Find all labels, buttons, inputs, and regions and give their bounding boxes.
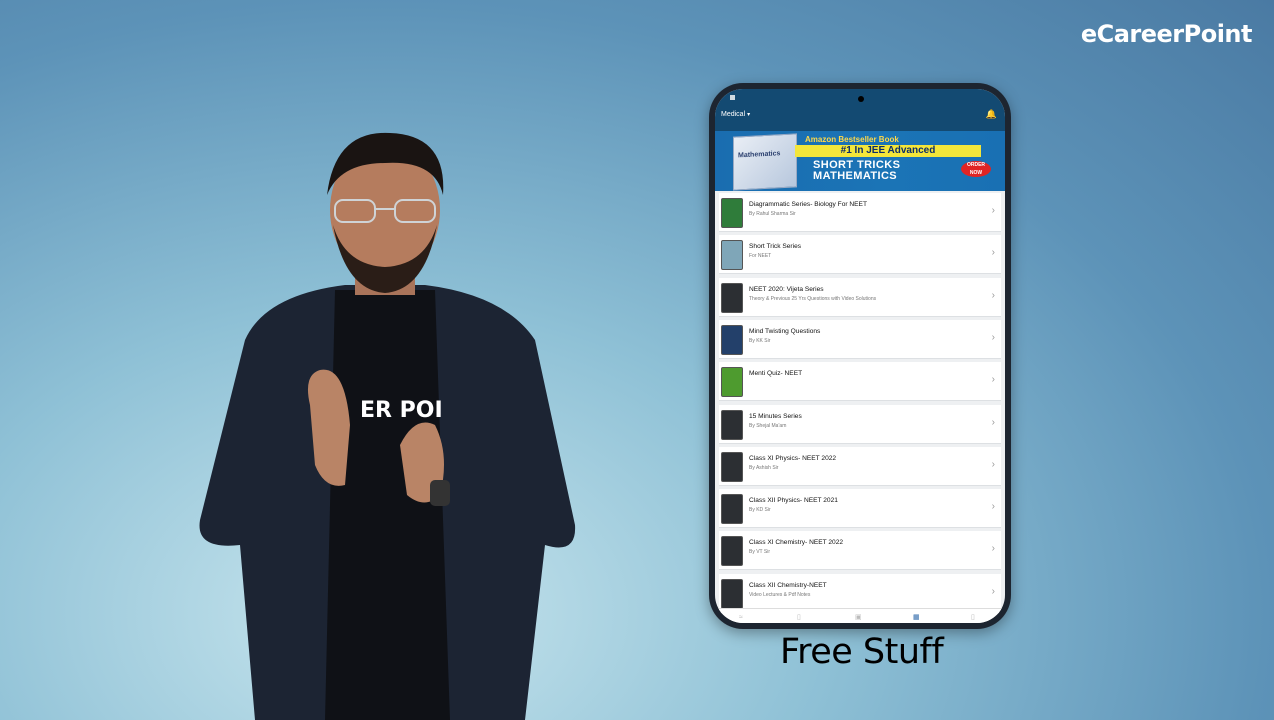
course-thumbnail — [721, 282, 743, 313]
list-item[interactable]: Mind Twisting Questions By KK Sir › — [719, 319, 1001, 359]
course-thumbnail — [721, 198, 743, 228]
list-item[interactable]: Class XI Physics- NEET 2022 By Ashish Sir… — [719, 446, 1001, 486]
course-thumbnail — [721, 409, 743, 440]
course-subtitle: By VT Sir — [749, 549, 771, 556]
book-cover-image: Mathematics — [733, 133, 797, 191]
camera-icon — [858, 96, 864, 102]
course-title: Menti Quiz- NEET — [749, 370, 803, 378]
list-item[interactable]: NEET 2020: Vijeta Series Theory & Previou… — [719, 277, 1001, 317]
chevron-right-icon: › — [991, 205, 995, 216]
list-item[interactable]: Short Trick Series For NEET › — [719, 235, 1001, 275]
list-item[interactable]: Diagrammatic Series- Biology For NEET By … — [719, 193, 1001, 232]
profile-icon[interactable]: ▯ — [971, 613, 975, 621]
stream-label: Medical — [721, 111, 746, 118]
status-icon — [730, 95, 735, 100]
bottom-navigation: ≈ ▯ ▣ ▦ ▯ — [715, 608, 1005, 623]
book-cover-title: Mathematics — [738, 150, 781, 160]
notification-bell-icon[interactable]: 🔔 — [986, 109, 997, 120]
promo-banner[interactable]: Mathematics Amazon Bestseller Book #1 In… — [715, 131, 1005, 191]
list-item[interactable]: Menti Quiz- NEET › — [719, 362, 1001, 402]
course-thumbnail — [721, 578, 743, 609]
chevron-right-icon: › — [991, 543, 995, 555]
caption-free-stuff: Free Stuff — [780, 632, 944, 672]
caret-down-icon: ▾ — [747, 112, 751, 118]
course-subtitle: By Shejal Ma'am — [749, 422, 787, 429]
list-item[interactable]: Class XII Physics- NEET 2021 By KD Sir › — [719, 489, 1001, 529]
list-item[interactable]: 15 Minutes Series By Shejal Ma'am › — [719, 404, 1001, 444]
course-thumbnail — [721, 367, 743, 398]
order-now-button[interactable]: ORDER NOW — [961, 161, 991, 177]
course-title: Diagrammatic Series- Biology For NEET — [749, 201, 867, 208]
banner-line-2: #1 In JEE Advanced — [795, 145, 981, 157]
course-subtitle: By Rahul Sharma Sir — [749, 211, 796, 217]
course-subtitle: Video Lectures & Pdf Notes — [749, 591, 811, 598]
course-title: Class XI Chemistry- NEET 2022 — [749, 539, 844, 547]
chevron-right-icon: › — [991, 501, 995, 513]
course-title: 15 Minutes Series — [749, 412, 802, 420]
phone-screen: Medical ▾ 🔔 Mathematics Amazon Bestseller… — [715, 89, 1005, 623]
banner-line-4: MATHEMATICS — [813, 170, 898, 182]
course-subtitle: Theory & Previous 25 Yrs Questions with … — [749, 295, 877, 302]
course-title: Short Trick Series — [749, 243, 802, 251]
list-item[interactable]: Class XI Chemistry- NEET 2022 By VT Sir › — [719, 531, 1001, 571]
chevron-right-icon: › — [991, 374, 995, 386]
course-thumbnail — [721, 240, 743, 271]
course-subtitle: By KK Sir — [749, 337, 771, 344]
chevron-right-icon: › — [991, 247, 995, 259]
list-item[interactable]: Class XII Chemistry-NEET Video Lectures &… — [719, 573, 1001, 613]
chevron-right-icon: › — [991, 458, 995, 470]
app-topbar: Medical ▾ 🔔 — [715, 89, 1005, 131]
course-thumbnail — [721, 324, 743, 355]
banner-line-1: Amazon Bestseller Book — [805, 135, 899, 144]
course-subtitle: By Ashish Sir — [749, 464, 779, 471]
course-thumbnail — [721, 451, 743, 482]
brand-logo: eCareerPoint — [1080, 20, 1253, 48]
course-title: Class XI Physics- NEET 2022 — [749, 454, 837, 462]
course-title: Class XII Physics- NEET 2021 — [749, 497, 838, 505]
course-title: Mind Twisting Questions — [749, 327, 821, 335]
stream-dropdown[interactable]: Medical ▾ — [721, 111, 750, 118]
course-title: Class XII Chemistry-NEET — [749, 581, 827, 589]
presenter-figure: ER POI — [199, 132, 576, 720]
free-stuff-icon[interactable]: ▦ — [913, 613, 920, 621]
shirt-print: ER POI — [360, 398, 443, 423]
course-subtitle: For NEET — [749, 253, 772, 260]
course-title: NEET 2020: Vijeta Series — [749, 285, 824, 293]
chevron-right-icon: › — [991, 331, 995, 343]
book-icon[interactable]: ▣ — [855, 613, 862, 621]
phone-mockup: Medical ▾ 🔔 Mathematics Amazon Bestseller… — [709, 83, 1011, 629]
course-subtitle: By KD Sir — [749, 507, 771, 514]
course-thumbnail — [721, 494, 743, 525]
feed-icon[interactable]: ≈ — [739, 614, 743, 621]
course-thumbnail — [721, 536, 743, 567]
doc-icon[interactable]: ▯ — [797, 613, 801, 621]
chevron-right-icon: › — [991, 289, 995, 301]
chevron-right-icon: › — [991, 416, 995, 428]
chevron-right-icon: › — [991, 585, 995, 597]
